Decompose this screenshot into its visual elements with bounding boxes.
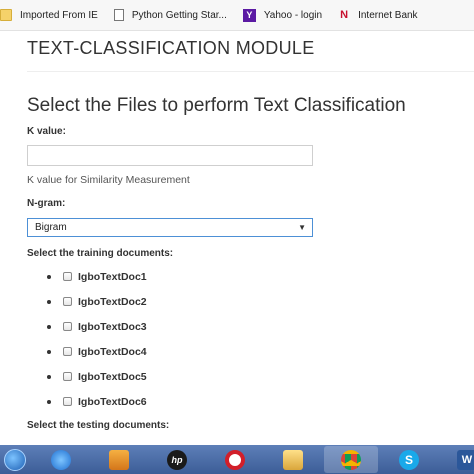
bookmark-imported-from-ie[interactable]: Imported From IE	[0, 9, 98, 21]
bookmark-internet-bank[interactable]: N Internet Bank	[338, 9, 417, 21]
title-divider	[27, 71, 474, 72]
list-item: IgboTextDoc1	[47, 264, 147, 289]
bullet-icon	[47, 349, 51, 354]
bookmark-label: Yahoo - login	[263, 9, 323, 21]
skype-icon: S	[399, 449, 419, 470]
training-documents-label: Select the training documents:	[27, 248, 174, 259]
taskbar-skype[interactable]: S	[382, 446, 436, 473]
bookmark-label: Internet Bank	[358, 9, 418, 21]
bullet-icon	[47, 274, 51, 279]
media-player-icon	[109, 449, 129, 470]
bookmark-yahoo-login[interactable]: Y Yahoo - login	[242, 8, 323, 22]
bookmark-label: Python Getting Star...	[131, 9, 227, 21]
training-doc-checkbox[interactable]	[63, 322, 72, 331]
taskbar-chrome[interactable]	[324, 446, 378, 473]
training-doc-label: IgboTextDoc2	[78, 295, 147, 308]
bookmark-label: Imported From IE	[20, 9, 98, 21]
page-icon	[113, 9, 124, 21]
bookmark-python-getting-started[interactable]: Python Getting Star...	[113, 9, 227, 21]
list-item: IgboTextDoc5	[47, 364, 147, 389]
training-doc-label: IgboTextDoc5	[78, 370, 147, 383]
module-title: TEXT-CLASSIFICATION MODULE	[27, 38, 315, 58]
k-value-hint: K value for Similarity Measurement	[27, 174, 190, 186]
training-doc-label: IgboTextDoc6	[78, 395, 147, 408]
list-item: IgboTextDoc4	[47, 339, 147, 364]
chrome-icon	[341, 449, 361, 470]
opera-icon	[225, 449, 245, 470]
testing-documents-label: Select the testing documents:	[27, 420, 170, 431]
training-doc-checkbox[interactable]	[63, 397, 72, 406]
bullet-icon	[47, 324, 51, 329]
list-item: IgboTextDoc2	[47, 289, 147, 314]
bullet-icon	[47, 399, 51, 404]
k-value-input[interactable]	[27, 145, 313, 166]
file-explorer-icon	[283, 449, 303, 470]
taskbar: hp S W	[0, 445, 474, 474]
hp-icon: hp	[167, 449, 187, 470]
taskbar-internet-explorer[interactable]	[34, 446, 88, 473]
ngram-selected-value: Bigram	[35, 222, 67, 233]
taskbar-media-player[interactable]	[92, 446, 146, 473]
section-title: Select the Files to perform Text Classif…	[27, 95, 406, 116]
bookmarks-bar: Imported From IE Python Getting Star... …	[0, 0, 474, 31]
ngram-select[interactable]: Bigram ▼	[27, 218, 313, 237]
training-doc-checkbox[interactable]	[63, 272, 72, 281]
windows-start-icon	[4, 448, 26, 471]
taskbar-opera[interactable]	[208, 446, 262, 473]
internet-bank-icon: N	[340, 9, 349, 21]
training-doc-checkbox[interactable]	[63, 372, 72, 381]
yahoo-icon: Y	[242, 8, 256, 22]
taskbar-hp[interactable]: hp	[150, 446, 204, 473]
start-button[interactable]	[0, 446, 30, 473]
list-item: IgboTextDoc6	[47, 389, 147, 414]
training-doc-checkbox[interactable]	[63, 347, 72, 356]
word-icon: W	[457, 449, 474, 470]
folder-icon	[0, 9, 12, 21]
taskbar-file-explorer[interactable]	[266, 446, 320, 473]
training-doc-label: IgboTextDoc4	[78, 345, 147, 358]
ngram-label: N-gram:	[27, 198, 66, 209]
training-doc-checkbox[interactable]	[63, 297, 72, 306]
training-documents-list: IgboTextDoc1 IgboTextDoc2 IgboTextDoc3 I…	[47, 264, 147, 414]
internet-explorer-icon	[51, 449, 71, 470]
bullet-icon	[47, 299, 51, 304]
bullet-icon	[47, 374, 51, 379]
list-item: IgboTextDoc3	[47, 314, 147, 339]
chevron-down-icon: ▼	[298, 223, 306, 232]
taskbar-word[interactable]: W	[440, 446, 474, 473]
page-content: TEXT-CLASSIFICATION MODULE Select the Fi…	[0, 31, 474, 445]
training-doc-label: IgboTextDoc3	[78, 320, 147, 333]
training-doc-label: IgboTextDoc1	[78, 270, 147, 283]
k-value-label: K value:	[27, 126, 66, 137]
